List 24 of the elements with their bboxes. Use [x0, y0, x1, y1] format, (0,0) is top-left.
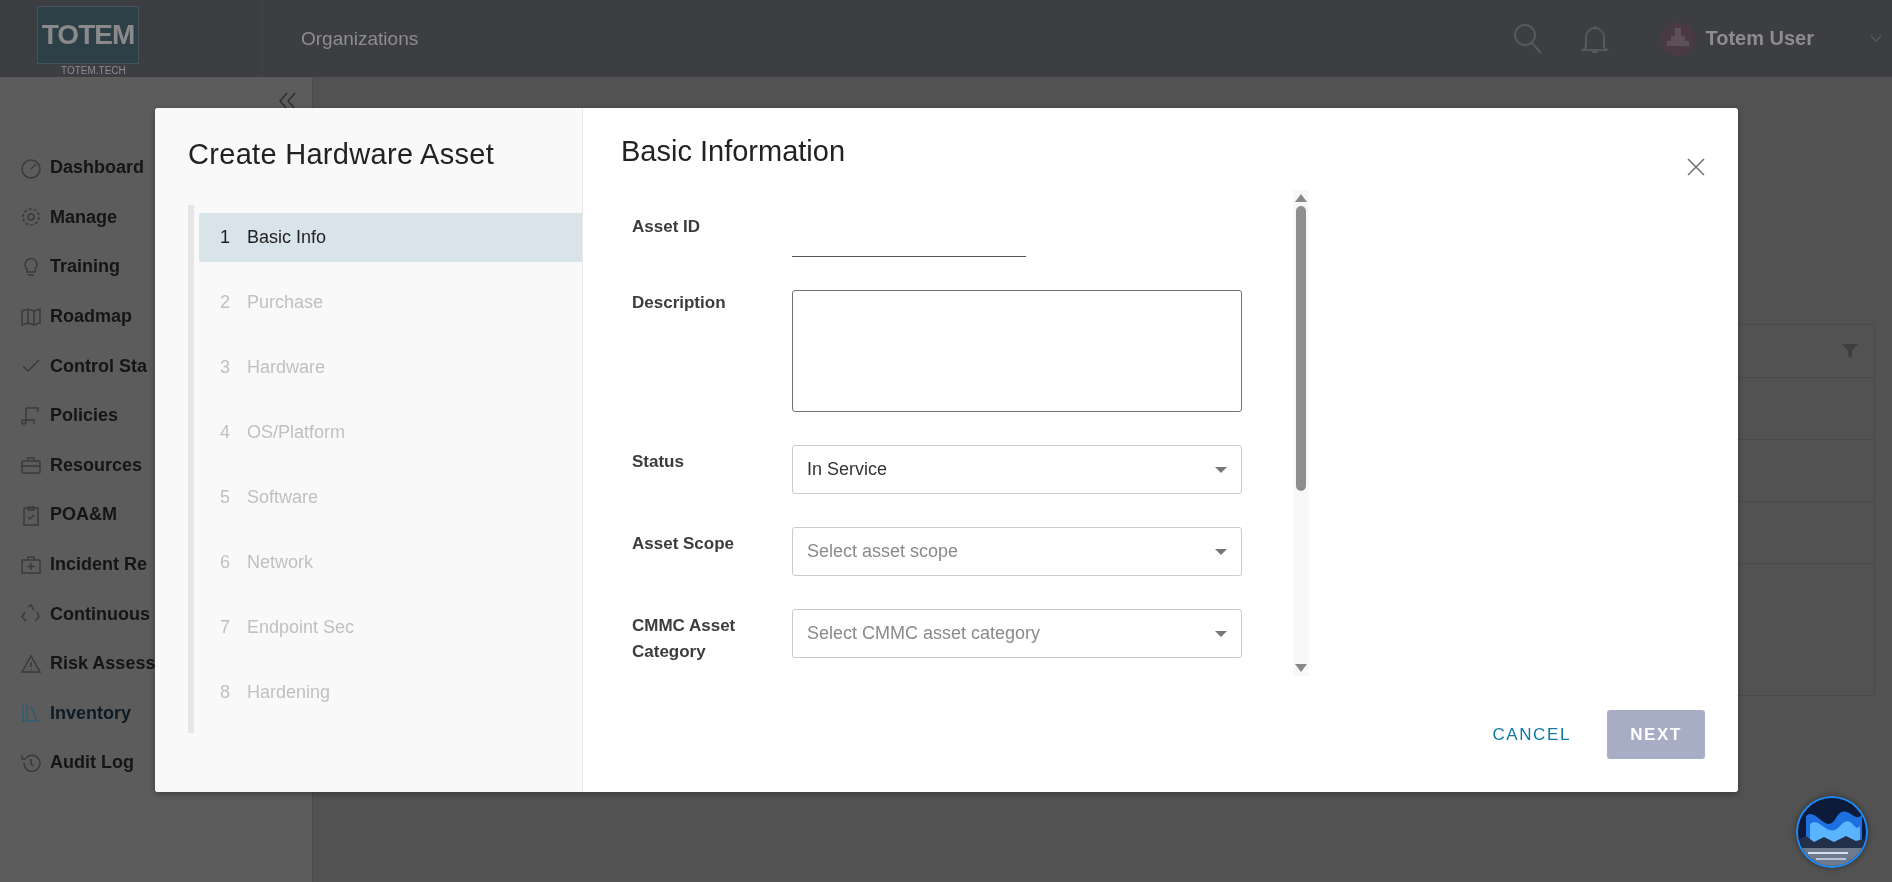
step-number: 8 [220, 682, 231, 703]
step-number: 3 [220, 357, 231, 378]
logo-caption: TOTEM.TECH [61, 65, 126, 76]
step-number: 6 [220, 552, 231, 573]
step-label: Hardware [247, 357, 326, 378]
step-number: 4 [220, 422, 231, 443]
step-number: 7 [220, 617, 231, 638]
field-label: Asset ID [632, 216, 702, 238]
step-number: 5 [220, 487, 231, 508]
step-number: 1 [220, 227, 231, 248]
step-label: Endpoint Sec [247, 617, 355, 638]
step-label: Hardening [247, 682, 331, 703]
field-label: CMMC Asset Category [632, 615, 737, 663]
field-label: Description [632, 292, 727, 314]
step-label: OS/Platform [247, 422, 346, 443]
section-title: Basic Information [621, 135, 846, 168]
step-label: Network [247, 552, 313, 573]
field-label: Asset Scope [632, 533, 736, 555]
step-label: Purchase [247, 292, 324, 313]
step-label: Basic Info [247, 227, 327, 248]
step-number: 2 [220, 292, 231, 313]
dialog-title: Create Hardware Asset [188, 138, 496, 171]
field-label: Status [632, 451, 685, 473]
step-label: Software [247, 487, 319, 508]
